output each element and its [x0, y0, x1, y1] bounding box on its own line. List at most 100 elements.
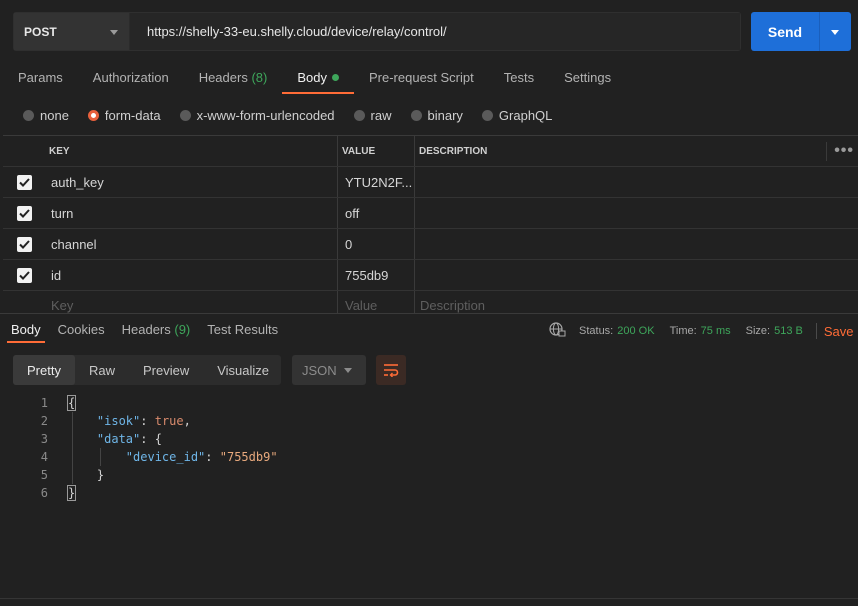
- value-cell[interactable]: 0: [338, 229, 415, 259]
- code-line: 2 "isok": true,: [0, 412, 191, 430]
- line-number: 5: [40, 468, 48, 482]
- radio-circle-icon: [353, 110, 365, 121]
- tab-settings[interactable]: Settings: [564, 70, 611, 96]
- description-cell[interactable]: [415, 260, 858, 290]
- tab-pre-request-script[interactable]: Pre-request Script: [369, 70, 474, 96]
- row-check-cell: [3, 260, 45, 290]
- tab-label: Authorization: [92, 70, 169, 85]
- send-button-group: Send: [751, 12, 851, 51]
- response-tab-body[interactable]: Body: [11, 322, 41, 337]
- request-url-bar: POST https://shelly-33-eu.shelly.cloud/d…: [13, 12, 741, 51]
- tab-label: Pre-request Script: [368, 70, 474, 85]
- form-data-table: KEY VALUE DESCRIPTION ••• auth_key YTU2N…: [3, 135, 858, 313]
- row-checkbox[interactable]: [16, 205, 32, 221]
- send-button[interactable]: Send: [751, 12, 820, 51]
- header-check-cell: [3, 136, 45, 166]
- table-row: channel 0: [3, 229, 858, 260]
- code-line: 6 }: [0, 484, 77, 502]
- headers-count-badge: (8): [251, 70, 268, 85]
- code-text: "device_id": "755db9": [68, 450, 278, 464]
- table-row: auth_key YTU2N2F...: [3, 167, 858, 198]
- more-options-icon[interactable]: •••: [826, 141, 854, 161]
- radio-label: none: [40, 108, 69, 123]
- radio-label: form-data: [104, 108, 161, 123]
- status-value: 200 OK: [617, 325, 655, 337]
- radio-circle-icon: [87, 110, 99, 121]
- header-description: DESCRIPTION: [419, 145, 488, 157]
- format-select[interactable]: JSON: [292, 355, 366, 385]
- tab-headers[interactable]: Headers (8): [199, 70, 268, 96]
- wrap-lines-button[interactable]: [376, 355, 406, 385]
- view-preview-button[interactable]: Preview: [129, 355, 203, 385]
- response-tab-test-results[interactable]: Test Results: [207, 322, 278, 337]
- line-number: 1: [40, 396, 48, 410]
- time-label: Time:: [669, 325, 697, 337]
- key-cell[interactable]: id: [45, 260, 338, 290]
- radio-circle-icon: [179, 110, 191, 121]
- tab-tests[interactable]: Tests: [504, 70, 534, 96]
- radio-circle-icon: [23, 110, 34, 121]
- response-tab-cookies[interactable]: Cookies: [58, 322, 105, 337]
- radio-form-data[interactable]: form-data: [87, 108, 161, 123]
- new-description-input[interactable]: Description: [415, 291, 858, 313]
- tab-authorization[interactable]: Authorization: [93, 70, 169, 96]
- method-select[interactable]: POST: [14, 13, 130, 50]
- radio-circle-icon: [410, 110, 422, 121]
- chevron-down-icon: [110, 30, 118, 35]
- divider: [0, 598, 858, 599]
- status-label: Status:: [579, 325, 614, 337]
- chevron-down-icon: [831, 30, 839, 35]
- row-check-cell: [3, 198, 45, 228]
- radio-none[interactable]: none: [23, 108, 69, 123]
- line-number: 6: [40, 486, 48, 500]
- view-visualize-button[interactable]: Visualize: [203, 355, 283, 385]
- new-value-input[interactable]: Value: [338, 291, 415, 313]
- description-cell[interactable]: [415, 198, 858, 228]
- response-header-bar: Body Cookies Headers (9) Test Results St…: [0, 313, 858, 345]
- json-literal: true: [154, 414, 184, 428]
- size-label: Size:: [745, 325, 771, 337]
- row-checkbox[interactable]: [16, 267, 32, 283]
- description-cell[interactable]: [415, 167, 858, 197]
- send-options-button[interactable]: [820, 12, 851, 51]
- value-cell[interactable]: off: [338, 198, 415, 228]
- radio-circle-icon: [481, 110, 493, 121]
- row-check-cell: [3, 229, 45, 259]
- response-tabs: Body Cookies Headers (9) Test Results: [11, 322, 295, 337]
- view-raw-button[interactable]: Raw: [75, 355, 129, 385]
- key-cell[interactable]: channel: [45, 229, 338, 259]
- tab-label: Headers: [121, 322, 171, 337]
- row-checkbox[interactable]: [16, 174, 32, 190]
- url-input[interactable]: https://shelly-33-eu.shelly.cloud/device…: [130, 13, 740, 50]
- response-body-code[interactable]: 1 { 2 "isok": true, 3 "data": { 4 "devic…: [0, 394, 278, 502]
- row-checkbox[interactable]: [16, 236, 32, 252]
- key-cell[interactable]: auth_key: [45, 167, 338, 197]
- tab-label: Params: [18, 70, 63, 85]
- new-key-input[interactable]: Key: [45, 291, 338, 313]
- radio-label: raw: [370, 108, 392, 123]
- code-text: {: [66, 395, 77, 411]
- radio-graphql[interactable]: GraphQL: [481, 108, 552, 123]
- radio-binary[interactable]: binary: [410, 108, 463, 123]
- json-key: "isok": [96, 414, 141, 428]
- line-number: 4: [40, 450, 48, 464]
- save-response-button[interactable]: Save: [824, 324, 854, 339]
- value-cell[interactable]: 755db9: [338, 260, 415, 290]
- globe-icon[interactable]: [549, 322, 566, 340]
- response-tab-headers[interactable]: Headers (9): [122, 322, 191, 337]
- description-cell[interactable]: [415, 229, 858, 259]
- code-text: }: [66, 485, 77, 501]
- tab-params[interactable]: Params: [18, 70, 63, 96]
- radio-x-www-form-urlencoded[interactable]: x-www-form-urlencoded: [179, 108, 335, 123]
- radio-raw[interactable]: raw: [353, 108, 392, 123]
- row-check-cell: [3, 291, 45, 313]
- header-description-cell: DESCRIPTION •••: [415, 136, 858, 166]
- view-mode-toolbar: Pretty Raw Preview Visualize: [13, 355, 281, 385]
- json-key: "device_id": [125, 450, 206, 464]
- time-value: 75 ms: [700, 325, 731, 337]
- value-cell[interactable]: YTU2N2F...: [338, 167, 415, 197]
- table-row: id 755db9: [3, 260, 858, 291]
- view-pretty-button[interactable]: Pretty: [13, 355, 75, 385]
- tab-label: Body: [297, 70, 327, 85]
- key-cell[interactable]: turn: [45, 198, 338, 228]
